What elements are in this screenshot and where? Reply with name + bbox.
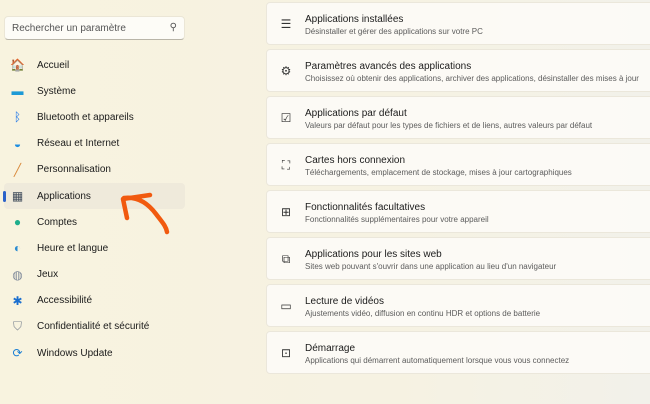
arrow-annotation-icon xyxy=(120,192,170,235)
